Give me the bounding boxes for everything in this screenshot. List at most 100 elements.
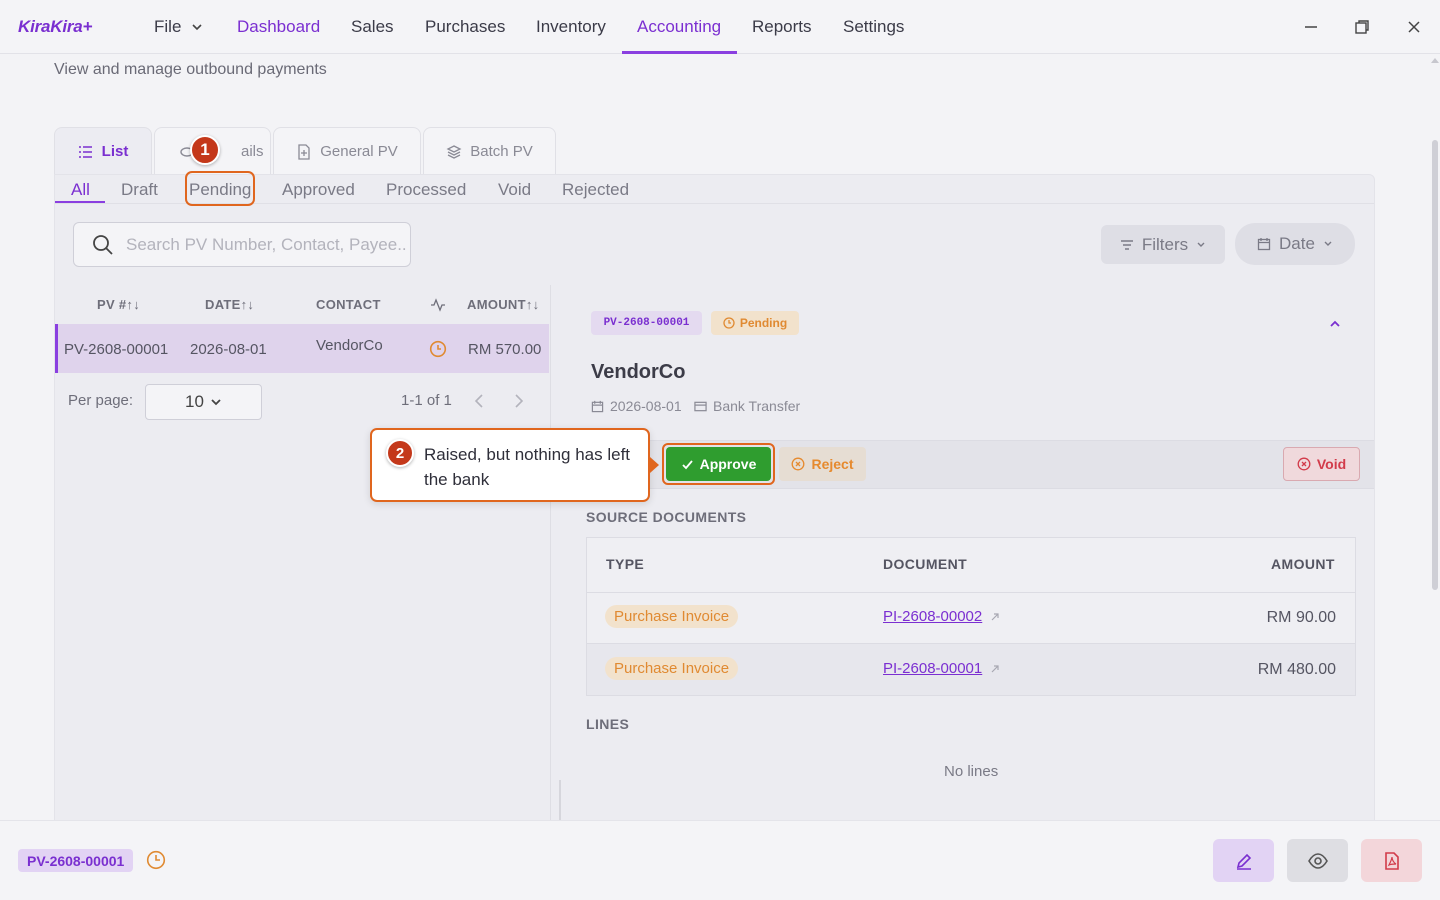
doc-type-tag: Purchase Invoice bbox=[605, 657, 739, 680]
row-pv-number: PV-2608-00001 bbox=[64, 341, 169, 358]
doc-link-label: PI-2608-00001 bbox=[883, 660, 983, 677]
external-link-icon bbox=[990, 612, 1000, 622]
tab-list[interactable]: List bbox=[54, 127, 152, 175]
calendar-icon bbox=[1257, 237, 1271, 251]
date-filter-button[interactable]: Date bbox=[1235, 223, 1355, 265]
reject-label: Reject bbox=[811, 456, 854, 472]
void-label: Void bbox=[1316, 456, 1347, 472]
bank-card-icon bbox=[694, 400, 707, 413]
reject-button[interactable]: Reject bbox=[779, 447, 866, 481]
tab-general-pv-label: General PV bbox=[320, 143, 398, 160]
sort-icon: ↑↓ bbox=[126, 297, 140, 312]
detail-pv-number: PV-2608-00001 bbox=[591, 311, 702, 335]
prev-page-icon[interactable] bbox=[472, 393, 486, 409]
annotation-callout-text: Raised, but nothing has left the bank bbox=[424, 445, 631, 489]
close-icon[interactable] bbox=[1403, 16, 1425, 38]
menu-sales[interactable]: Sales bbox=[351, 17, 394, 37]
detail-payment-method: Bank Transfer bbox=[694, 398, 800, 414]
filters-button[interactable]: Filters bbox=[1101, 225, 1225, 264]
source-documents-heading: SOURCE DOCUMENTS bbox=[586, 509, 747, 525]
menu-purchases[interactable]: Purchases bbox=[425, 17, 505, 37]
step-marker-1: 1 bbox=[190, 135, 220, 165]
menu-reports[interactable]: Reports bbox=[752, 17, 812, 37]
void-button[interactable]: Void bbox=[1283, 447, 1360, 481]
status-tab-processed[interactable]: Processed bbox=[386, 180, 466, 200]
chevron-down-icon bbox=[1323, 239, 1333, 249]
row-date: 2026-08-01 bbox=[190, 341, 267, 358]
next-page-icon[interactable] bbox=[512, 393, 526, 409]
chevron-up-icon[interactable] bbox=[1328, 317, 1342, 331]
lines-heading: LINES bbox=[586, 716, 630, 732]
detail-vendor-name: VendorCo bbox=[591, 361, 686, 383]
calendar-icon bbox=[591, 400, 604, 413]
tab-list-label: List bbox=[101, 143, 129, 160]
approve-highlight bbox=[662, 443, 775, 485]
filters-label: Filters bbox=[1141, 234, 1189, 254]
pane-resize-handle[interactable] bbox=[559, 780, 561, 820]
column-header-amount[interactable]: AMOUNT ↑↓ bbox=[467, 297, 539, 312]
pagination-range: 1-1 of 1 bbox=[401, 392, 452, 409]
clock-icon bbox=[146, 850, 166, 870]
doc-header-document: DOCUMENT bbox=[883, 556, 968, 572]
detail-payment-method-value: Bank Transfer bbox=[713, 398, 801, 414]
search-input[interactable] bbox=[126, 234, 406, 255]
chevron-down-icon bbox=[210, 396, 222, 408]
pencil-icon bbox=[1234, 851, 1254, 871]
tab-general-pv[interactable]: General PV bbox=[273, 127, 421, 175]
x-circle-icon bbox=[1297, 457, 1311, 471]
eye-icon bbox=[1307, 851, 1329, 871]
menu-dashboard[interactable]: Dashboard bbox=[237, 17, 320, 37]
x-circle-icon bbox=[791, 457, 805, 471]
column-header-contact: CONTACT bbox=[316, 297, 381, 312]
app-logo: KiraKira+ bbox=[18, 17, 93, 36]
column-header-amount-label: AMOUNT bbox=[467, 297, 526, 312]
tab-batch-pv[interactable]: Batch PV bbox=[423, 127, 556, 175]
row-amount: RM 570.00 bbox=[468, 341, 542, 358]
scroll-up-arrow-icon[interactable] bbox=[1431, 57, 1439, 63]
detail-date: 2026-08-01 bbox=[591, 398, 682, 414]
doc-amount: RM 480.00 bbox=[1257, 661, 1336, 678]
doc-link[interactable]: PI-2608-00001 bbox=[883, 660, 1000, 677]
chevron-down-icon bbox=[1196, 240, 1206, 250]
minimize-icon[interactable] bbox=[1300, 16, 1322, 38]
menu-accounting[interactable]: Accounting bbox=[637, 17, 721, 37]
edit-button[interactable] bbox=[1213, 839, 1274, 882]
date-label: Date bbox=[1279, 234, 1315, 253]
page-subtitle: View and manage outbound payments bbox=[54, 61, 327, 78]
column-header-pv[interactable]: PV # ↑↓ bbox=[97, 297, 140, 312]
active-menu-indicator bbox=[622, 51, 737, 54]
column-header-date[interactable]: DATE ↑↓ bbox=[205, 297, 254, 312]
clock-icon bbox=[723, 317, 735, 329]
preview-button[interactable] bbox=[1287, 839, 1348, 882]
list-icon bbox=[78, 144, 94, 160]
restore-icon[interactable] bbox=[1351, 16, 1373, 38]
row-contact: VendorCo bbox=[316, 337, 383, 354]
top-menu-bar: KiraKira+ File Dashboard Sales Purchases… bbox=[0, 0, 1440, 54]
per-page-value: 10 bbox=[185, 392, 204, 411]
doc-link[interactable]: PI-2608-00002 bbox=[883, 608, 1000, 625]
activity-icon bbox=[430, 298, 446, 312]
step-marker-2: 2 bbox=[386, 439, 414, 467]
pdf-export-button[interactable] bbox=[1361, 839, 1422, 882]
doc-type-tag: Purchase Invoice bbox=[605, 605, 739, 628]
bottom-pv-number: PV-2608-00001 bbox=[18, 849, 134, 872]
document-plus-icon bbox=[296, 143, 312, 160]
menu-settings[interactable]: Settings bbox=[843, 17, 904, 37]
status-tab-all[interactable]: All bbox=[71, 180, 90, 200]
status-tab-approved[interactable]: Approved bbox=[282, 180, 355, 200]
status-tab-draft[interactable]: Draft bbox=[121, 180, 158, 200]
menu-file[interactable]: File bbox=[154, 17, 203, 37]
scrollbar-thumb[interactable] bbox=[1432, 140, 1438, 590]
status-tab-void[interactable]: Void bbox=[498, 180, 531, 200]
column-header-pv-label: PV # bbox=[97, 297, 127, 312]
filter-icon bbox=[1120, 238, 1134, 252]
doc-header-amount: AMOUNT bbox=[1271, 556, 1335, 572]
doc-amount: RM 90.00 bbox=[1266, 609, 1336, 626]
menu-inventory[interactable]: Inventory bbox=[536, 17, 606, 37]
no-lines-message: No lines bbox=[944, 763, 999, 780]
menu-file-label: File bbox=[154, 17, 182, 36]
per-page-select[interactable]: 10 bbox=[145, 384, 262, 420]
layers-icon bbox=[446, 144, 462, 160]
status-tab-rejected[interactable]: Rejected bbox=[562, 180, 629, 200]
pending-highlight bbox=[185, 171, 255, 206]
